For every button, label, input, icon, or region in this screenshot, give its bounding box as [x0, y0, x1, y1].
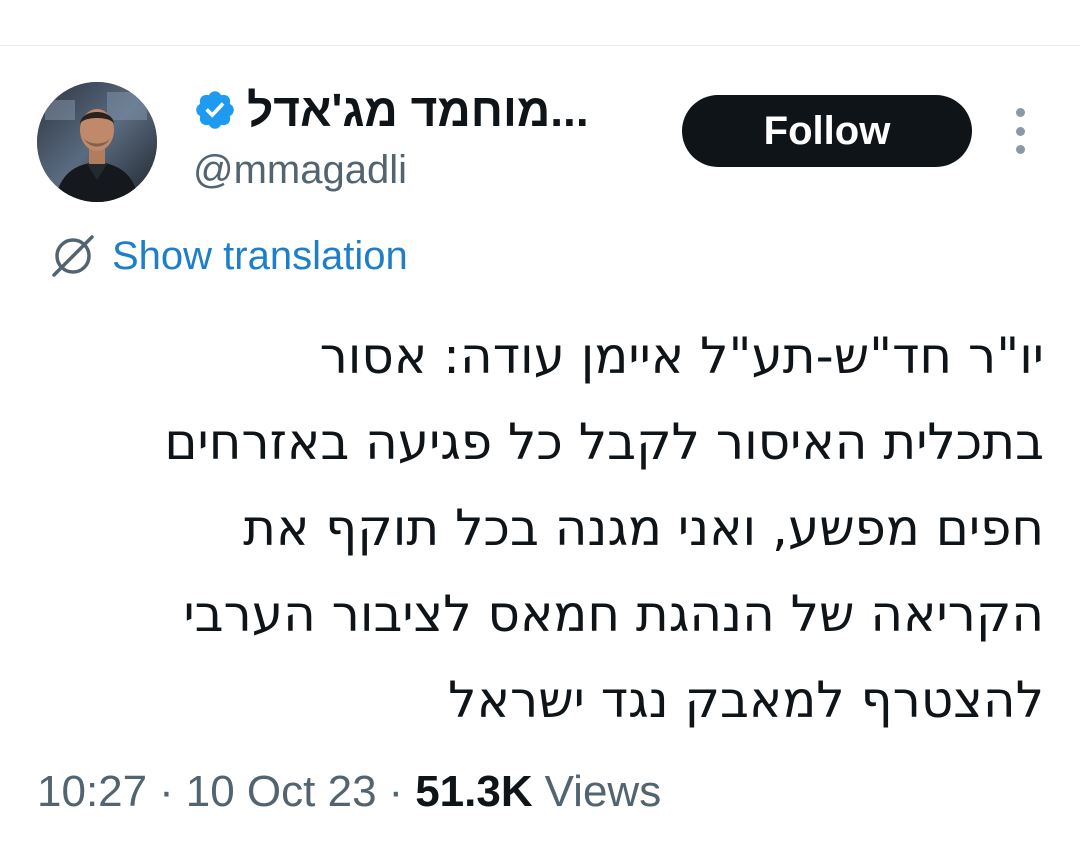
tweet-line: הקריאה של הנהגת חמאס לציבור הערבי: [183, 585, 1044, 643]
author-name-row[interactable]: מוחמד מג'אדל...: [193, 82, 589, 138]
tweet-date[interactable]: 10 Oct 23: [186, 767, 377, 817]
tweet-page: מוחמד מג'אדל... @mmagadli Follow Show tr…: [0, 0, 1080, 851]
show-translation-link[interactable]: Show translation: [48, 230, 408, 282]
more-vertical-icon-dot: [1015, 145, 1025, 154]
avatar[interactable]: [37, 82, 157, 202]
meta-separator: ·: [388, 767, 404, 816]
show-translation-label[interactable]: Show translation: [112, 234, 408, 279]
more-vertical-icon: [1015, 108, 1025, 117]
avatar-image: [37, 82, 157, 202]
tweet-line: יו"ר חד"ש-תע"ל איימן עודה: אסור: [319, 327, 1044, 385]
tweet-line: להצטרף למאבק נגד ישראל: [448, 671, 1044, 729]
tweet-line: בתכלית האיסור לקבל כל פגיעה באזרחים: [164, 413, 1044, 471]
author-handle[interactable]: @mmagadli: [193, 148, 407, 193]
more-options-button[interactable]: [1003, 108, 1037, 154]
author-display-name[interactable]: מוחמד מג'אדל...: [247, 83, 589, 137]
tweet-line: חפים מפשע, ואני מגנה בכל תוקף את: [243, 499, 1044, 557]
meta-separator: ·: [159, 767, 174, 816]
views-label[interactable]: Views: [545, 767, 662, 817]
translate-globe-icon: [48, 231, 98, 281]
follow-button[interactable]: Follow: [682, 95, 972, 167]
tweet-meta: 10:27 · 10 Oct 23 · 51.3K Views: [37, 762, 661, 822]
tweet-text: יו"ר חד"ש-תע"ל איימן עודה: אסור בתכלית ה…: [40, 313, 1044, 743]
tweet-time[interactable]: 10:27: [37, 767, 147, 817]
verified-badge-icon: [193, 88, 237, 132]
more-vertical-icon-dot: [1015, 126, 1025, 136]
top-divider: [0, 45, 1080, 46]
views-count[interactable]: 51.3K: [415, 767, 532, 817]
